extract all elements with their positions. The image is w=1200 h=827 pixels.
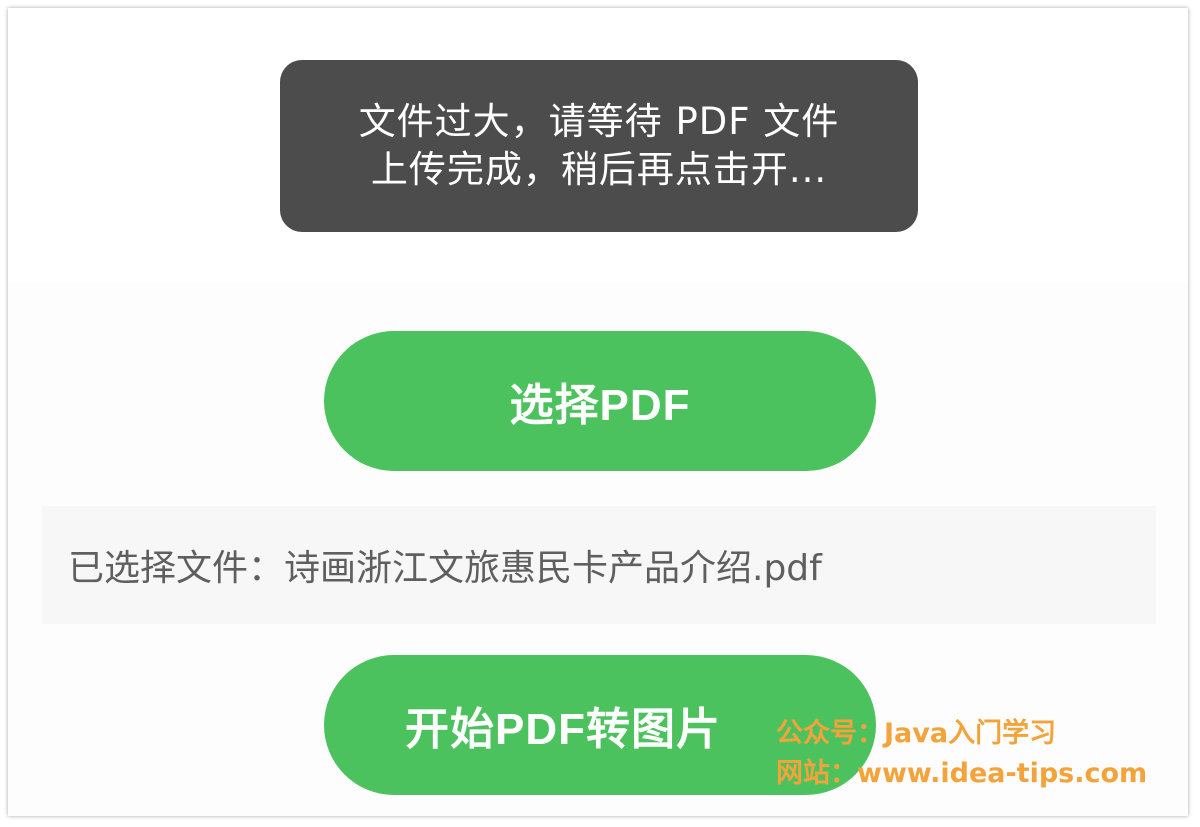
select-pdf-button[interactable]: 选择PDF (324, 331, 876, 471)
selected-file-display: 已选择文件：诗画浙江文旅惠民卡产品介绍.pdf (42, 506, 1156, 624)
toast-line-2: 上传完成，稍后再点击开... (370, 148, 828, 191)
watermark-line-1: 公众号：Java入门学习 (776, 718, 1057, 749)
watermark: 公众号：Java入门学习 网站：www.idea-tips.com (776, 714, 1147, 794)
toast-line-1: 文件过大，请等待 PDF 文件 (358, 100, 840, 143)
screen-frame: 文件过大，请等待 PDF 文件 上传完成，稍后再点击开... 选择PDF 已选择… (8, 8, 1188, 816)
selected-file-text: 已选择文件：诗画浙江文旅惠民卡产品介绍.pdf (68, 548, 822, 589)
watermark-line-2: 网站：www.idea-tips.com (776, 758, 1148, 789)
toast-message: 文件过大，请等待 PDF 文件 上传完成，稍后再点击开... (280, 60, 918, 232)
